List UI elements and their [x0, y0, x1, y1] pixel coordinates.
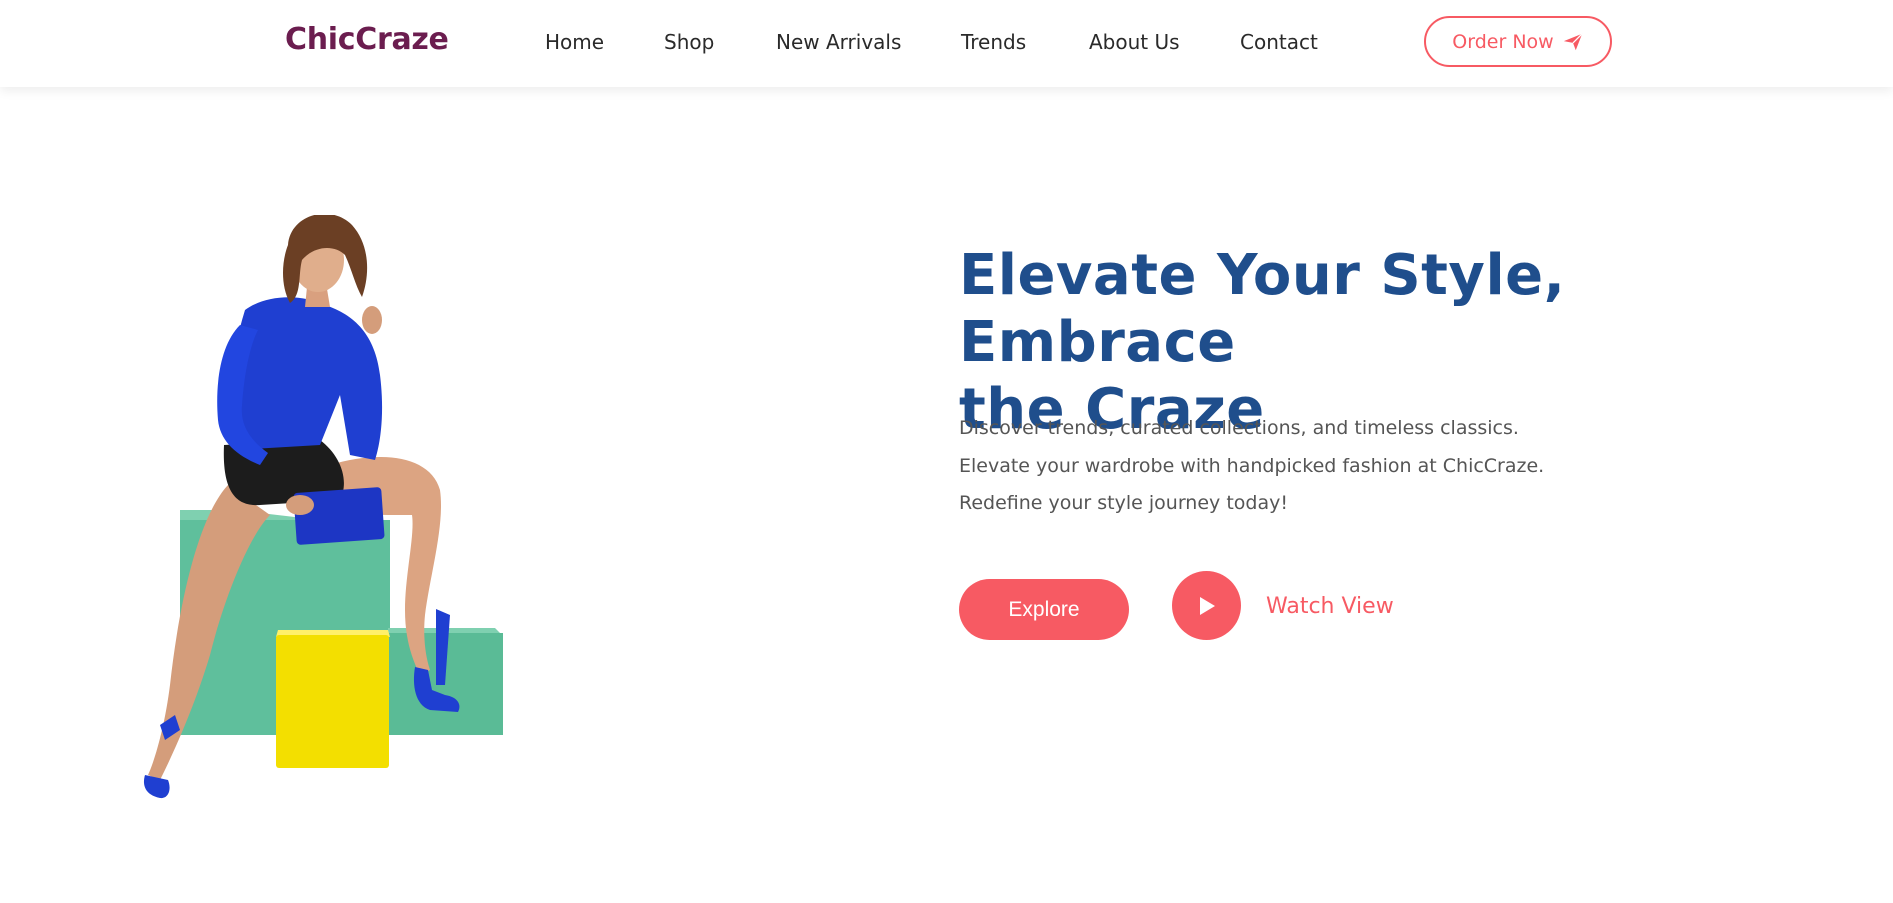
order-now-button[interactable]: Order Now	[1424, 16, 1612, 67]
hero-description: Discover trends, curated collections, an…	[959, 410, 1759, 523]
logo[interactable]: ChicCraze	[285, 22, 449, 57]
watch-view-link[interactable]: Watch View	[1266, 594, 1394, 619]
paper-plane-icon	[1563, 32, 1583, 50]
hero-title-line-1: Elevate Your Style, Embrace	[959, 243, 1566, 375]
play-video-button[interactable]	[1172, 571, 1241, 640]
play-icon	[1199, 596, 1215, 615]
block-yellow	[276, 630, 390, 768]
site-header: ChicCraze Home Shop New Arrivals Trends …	[0, 0, 1893, 87]
nav-home[interactable]: Home	[545, 30, 604, 54]
explore-button[interactable]: Explore	[959, 579, 1129, 640]
hero-desc-line-2: Elevate your wardrobe with handpicked fa…	[959, 454, 1545, 477]
hero-desc-line-1: Discover trends, curated collections, an…	[959, 417, 1519, 439]
nav-trends[interactable]: Trends	[961, 30, 1026, 54]
order-now-label: Order Now	[1452, 30, 1554, 53]
nav-contact[interactable]: Contact	[1240, 30, 1318, 54]
hero-model-image	[143, 215, 503, 799]
nav-about-us[interactable]: About Us	[1089, 30, 1180, 54]
hero-desc-line-3: Redefine your style journey today!	[959, 492, 1288, 514]
nav-shop[interactable]: Shop	[664, 30, 714, 54]
nav-new-arrivals[interactable]: New Arrivals	[776, 30, 901, 54]
